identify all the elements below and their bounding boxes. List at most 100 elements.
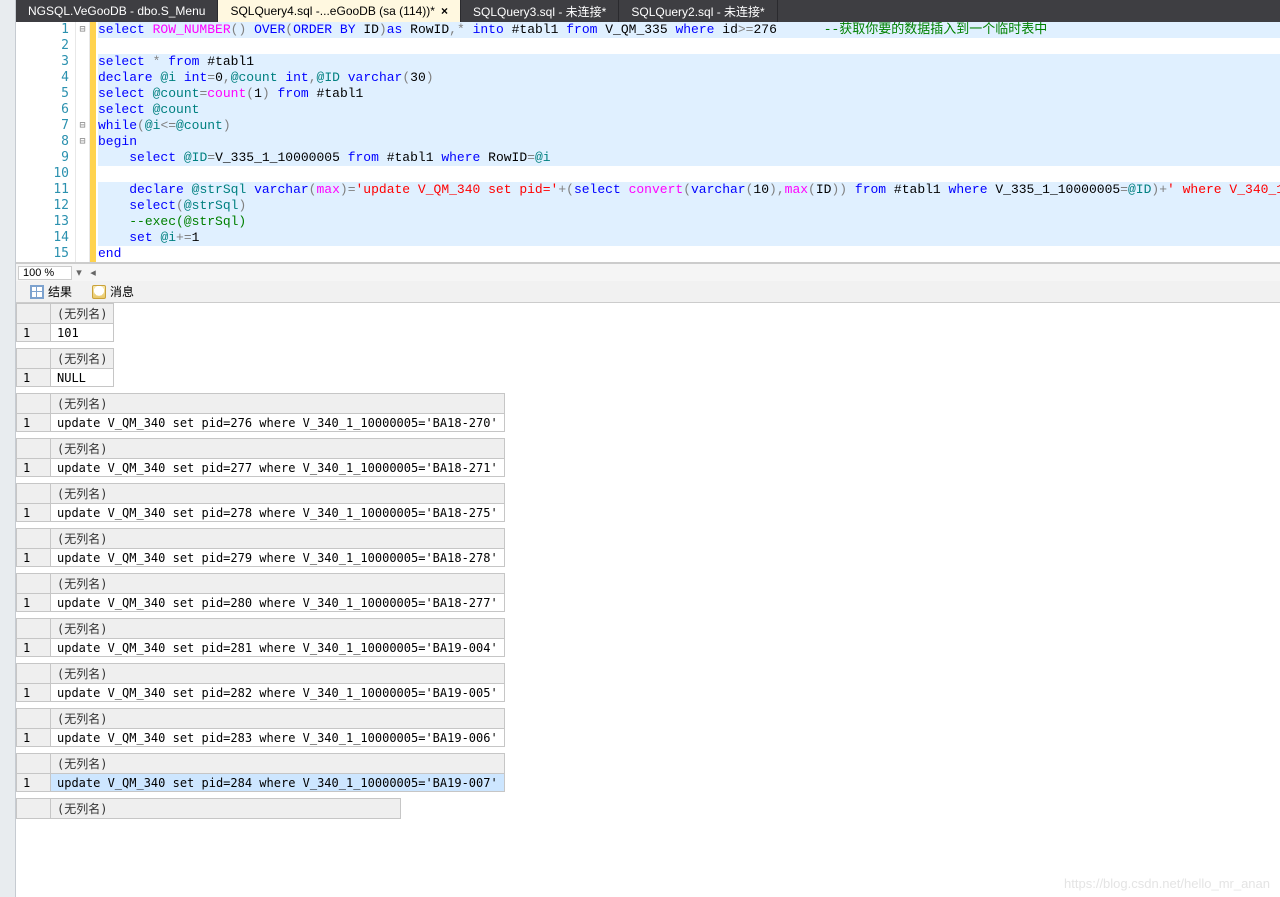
code-line[interactable] (98, 166, 1280, 182)
cell[interactable]: update V_QM_340 set pid=283 where V_340_… (51, 729, 505, 747)
code-line[interactable]: select ROW_NUMBER() OVER(ORDER BY ID)as … (98, 22, 1280, 38)
row-header-corner[interactable] (17, 529, 51, 549)
row-number[interactable]: 1 (17, 774, 51, 792)
code-line[interactable]: end (98, 246, 1280, 262)
table-row[interactable]: 1update V_QM_340 set pid=284 where V_340… (17, 774, 505, 792)
scroll-left-icon[interactable]: ◂ (86, 266, 100, 279)
row-number[interactable]: 1 (17, 414, 51, 432)
row-header-corner[interactable] (17, 439, 51, 459)
tab-sqlquery2[interactable]: SQLQuery2.sql - 未连接* (619, 0, 777, 22)
tab-s-menu[interactable]: NGSQL.VeGooDB - dbo.S_Menu (16, 0, 218, 22)
table-row[interactable]: 1update V_QM_340 set pid=278 where V_340… (17, 504, 505, 522)
row-number[interactable]: 1 (17, 639, 51, 657)
result-grid[interactable]: (无列名)1NULL (16, 348, 114, 387)
code-line[interactable]: select(@strSql) (98, 198, 1280, 214)
cell[interactable]: update V_QM_340 set pid=284 where V_340_… (51, 774, 505, 792)
row-header-corner[interactable] (17, 619, 51, 639)
row-header-corner[interactable] (17, 574, 51, 594)
code-line[interactable]: select @count=count(1) from #tabl1 (98, 86, 1280, 102)
cell[interactable]: update V_QM_340 set pid=277 where V_340_… (51, 459, 505, 477)
row-header-corner[interactable] (17, 754, 51, 774)
row-number[interactable]: 1 (17, 549, 51, 567)
row-header-corner[interactable] (17, 349, 51, 369)
table-row[interactable]: 1update V_QM_340 set pid=279 where V_340… (17, 549, 505, 567)
column-header[interactable]: (无列名) (51, 799, 401, 819)
row-header-corner[interactable] (17, 799, 51, 819)
row-number[interactable]: 1 (17, 594, 51, 612)
fold-gutter[interactable]: ⊟⊟⊟ (76, 22, 90, 262)
code-line[interactable]: begin (98, 134, 1280, 150)
cell[interactable]: 101 (51, 324, 114, 342)
sql-editor[interactable]: 123456789101112131415 ⊟⊟⊟ select ROW_NUM… (16, 22, 1280, 263)
row-header-corner[interactable] (17, 484, 51, 504)
cell[interactable]: NULL (51, 369, 114, 387)
tab-sqlquery4[interactable]: SQLQuery4.sql -...eGooDB (sa (114))* × (218, 0, 461, 22)
fold-toggle[interactable]: ⊟ (76, 134, 89, 150)
results-pane[interactable]: (无列名)1101 (无列名)1NULL (无列名)1update V_QM_3… (16, 303, 1280, 897)
fold-toggle[interactable]: ⊟ (76, 118, 89, 134)
row-number[interactable]: 1 (17, 729, 51, 747)
result-grid[interactable]: (无列名)1update V_QM_340 set pid=277 where … (16, 438, 505, 477)
column-header[interactable]: (无列名) (51, 484, 505, 504)
column-header[interactable]: (无列名) (51, 709, 505, 729)
messages-tab[interactable]: 消息 (82, 281, 144, 302)
column-header[interactable]: (无列名) (51, 664, 505, 684)
column-header[interactable]: (无列名) (51, 439, 505, 459)
close-icon[interactable]: × (441, 4, 448, 18)
row-header-corner[interactable] (17, 664, 51, 684)
code-line[interactable]: declare @i int=0,@count int,@ID varchar(… (98, 70, 1280, 86)
row-number[interactable]: 1 (17, 324, 51, 342)
column-header[interactable]: (无列名) (51, 754, 505, 774)
result-grid[interactable]: (无列名)1update V_QM_340 set pid=279 where … (16, 528, 505, 567)
table-row[interactable]: 1update V_QM_340 set pid=280 where V_340… (17, 594, 505, 612)
result-grid[interactable]: (无列名)1update V_QM_340 set pid=282 where … (16, 663, 505, 702)
zoom-dropdown-arrow[interactable]: ▾ (72, 266, 86, 279)
table-row[interactable]: 1update V_QM_340 set pid=282 where V_340… (17, 684, 505, 702)
row-header-corner[interactable] (17, 709, 51, 729)
code-line[interactable]: while(@i<=@count) (98, 118, 1280, 134)
fold-toggle[interactable]: ⊟ (76, 22, 89, 38)
result-grid[interactable]: (无列名)1update V_QM_340 set pid=276 where … (16, 393, 505, 432)
result-grid[interactable]: (无列名)1update V_QM_340 set pid=281 where … (16, 618, 505, 657)
result-grid[interactable]: (无列名)1update V_QM_340 set pid=280 where … (16, 573, 505, 612)
column-header[interactable]: (无列名) (51, 619, 505, 639)
row-header-corner[interactable] (17, 394, 51, 414)
result-grid[interactable]: (无列名)1101 (16, 303, 114, 342)
table-row[interactable]: 1update V_QM_340 set pid=283 where V_340… (17, 729, 505, 747)
column-header[interactable]: (无列名) (51, 304, 114, 324)
row-number[interactable]: 1 (17, 684, 51, 702)
cell[interactable]: update V_QM_340 set pid=280 where V_340_… (51, 594, 505, 612)
code-line[interactable]: select @count (98, 102, 1280, 118)
column-header[interactable]: (无列名) (51, 529, 505, 549)
object-explorer-sliver[interactable] (0, 0, 16, 897)
table-row[interactable]: 1101 (17, 324, 114, 342)
table-row[interactable]: 1update V_QM_340 set pid=277 where V_340… (17, 459, 505, 477)
row-number[interactable]: 1 (17, 459, 51, 477)
tab-sqlquery3[interactable]: SQLQuery3.sql - 未连接* (461, 0, 619, 22)
code-line[interactable] (98, 38, 1280, 54)
table-row[interactable]: 1update V_QM_340 set pid=281 where V_340… (17, 639, 505, 657)
zoom-dropdown[interactable]: 100 % (18, 266, 72, 280)
result-grid[interactable]: (无列名)1update V_QM_340 set pid=278 where … (16, 483, 505, 522)
code-area[interactable]: select ROW_NUMBER() OVER(ORDER BY ID)as … (96, 22, 1280, 262)
code-line[interactable]: select @ID=V_335_1_10000005 from #tabl1 … (98, 150, 1280, 166)
results-tab[interactable]: 结果 (20, 281, 82, 302)
column-header[interactable]: (无列名) (51, 394, 505, 414)
cell[interactable]: update V_QM_340 set pid=281 where V_340_… (51, 639, 505, 657)
cell[interactable]: update V_QM_340 set pid=276 where V_340_… (51, 414, 505, 432)
row-number[interactable]: 1 (17, 504, 51, 522)
row-number[interactable]: 1 (17, 369, 51, 387)
cell[interactable]: update V_QM_340 set pid=279 where V_340_… (51, 549, 505, 567)
column-header[interactable]: (无列名) (51, 349, 114, 369)
result-grid[interactable]: (无列名)1update V_QM_340 set pid=283 where … (16, 708, 505, 747)
code-line[interactable]: declare @strSql varchar(max)='update V_Q… (98, 182, 1280, 198)
table-row[interactable]: 1NULL (17, 369, 114, 387)
row-header-corner[interactable] (17, 304, 51, 324)
result-grid[interactable]: (无列名) (16, 798, 401, 819)
table-row[interactable]: 1update V_QM_340 set pid=276 where V_340… (17, 414, 505, 432)
code-line[interactable]: set @i+=1 (98, 230, 1280, 246)
cell[interactable]: update V_QM_340 set pid=282 where V_340_… (51, 684, 505, 702)
column-header[interactable]: (无列名) (51, 574, 505, 594)
code-line[interactable]: --exec(@strSql) (98, 214, 1280, 230)
code-line[interactable]: select * from #tabl1 (98, 54, 1280, 70)
